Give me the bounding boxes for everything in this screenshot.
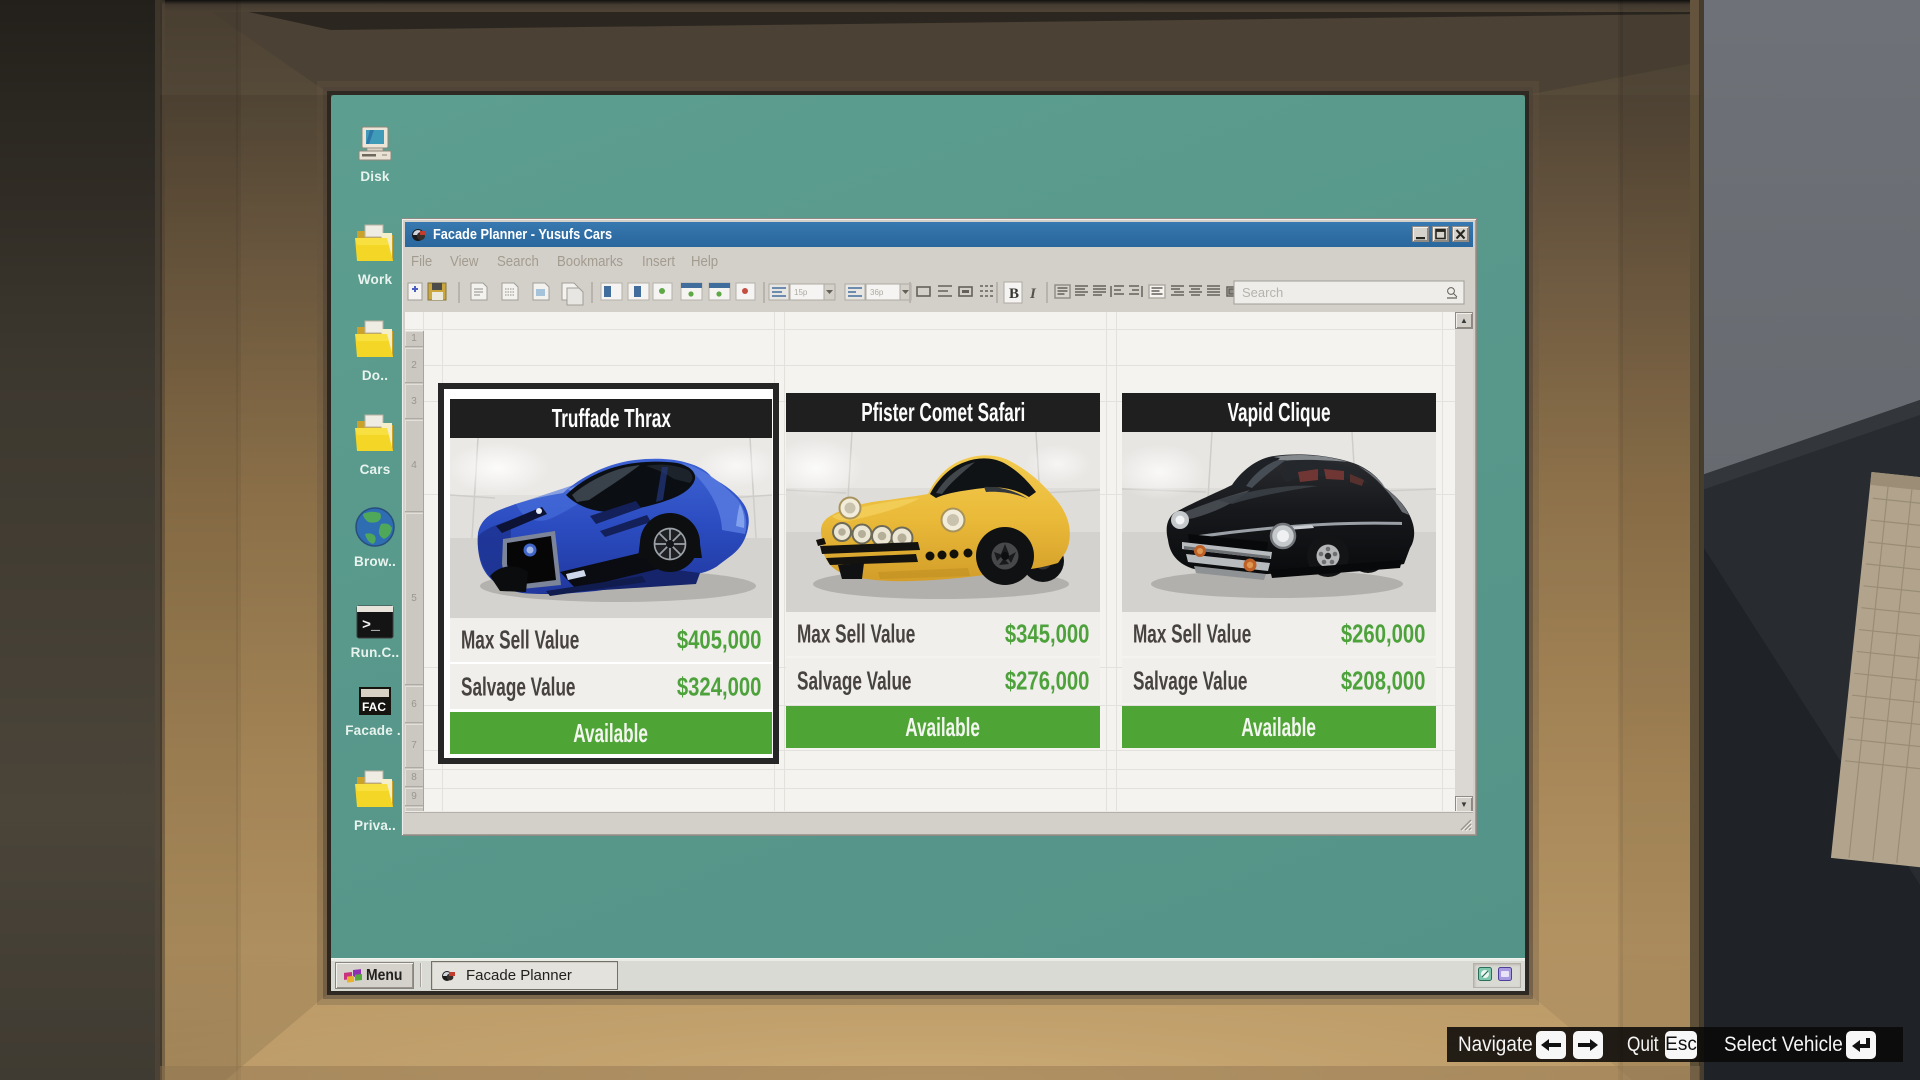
svg-text:Search: Search <box>1242 285 1283 300</box>
svg-text:36p: 36p <box>870 288 884 297</box>
svg-text:15p: 15p <box>794 288 808 297</box>
svg-text:FAC: FAC <box>362 700 386 714</box>
svg-text:B: B <box>1009 286 1019 302</box>
svg-text:I: I <box>1029 286 1037 302</box>
svg-text:>_: >_ <box>362 617 381 634</box>
